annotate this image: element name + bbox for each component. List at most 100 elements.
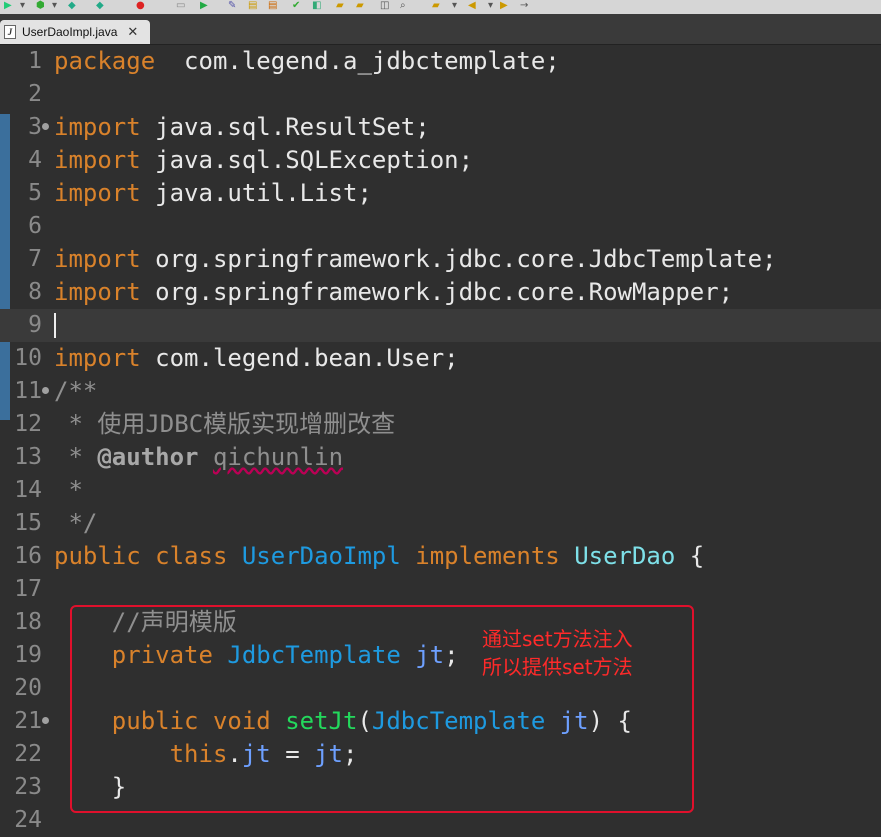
line-number: 4 xyxy=(28,147,42,173)
toolbar-icon[interactable]: ◫ xyxy=(380,1,389,11)
code-text: package com.legend.a_jdbctemplate; xyxy=(54,45,560,78)
line-number: 19 xyxy=(14,642,42,668)
search-icon[interactable]: ⌕ xyxy=(400,1,406,11)
toolbar-icon[interactable]: ◧ xyxy=(312,1,321,11)
line-number: 3 xyxy=(28,114,42,140)
line-number: 24 xyxy=(14,807,42,833)
debug-icon[interactable]: ⬢ xyxy=(36,1,45,11)
toolbar-icon[interactable]: → xyxy=(520,1,528,11)
toolbar-icon[interactable]: ▾ xyxy=(452,1,457,11)
toolbar: ▶ ▾ ⬢ ▾ ◆ ◆ ● ▭ ▶ ✎ ▤ ▤ ✔ ◧ ▰ ▰ ◫ ⌕ ▰ ▾ … xyxy=(0,0,881,14)
editor-tab-bar: J UserDaoImpl.java ✕ xyxy=(0,14,881,45)
line-number: 22 xyxy=(14,741,42,767)
line-number: 15 xyxy=(14,510,42,536)
code-line[interactable]: 5 import java.util.List; xyxy=(0,177,881,210)
fold-marker-icon[interactable] xyxy=(42,717,49,724)
code-line[interactable]: 14 * xyxy=(0,474,881,507)
line-number: 18 xyxy=(14,609,42,635)
code-token: /** xyxy=(54,377,98,405)
code-line[interactable]: 17 xyxy=(0,573,881,606)
tab-label: UserDaoImpl.java xyxy=(22,25,118,39)
line-number: 16 xyxy=(14,543,42,569)
code-text: import java.util.List; xyxy=(54,177,372,210)
code-line[interactable]: 12 * 使用JDBC模版实现增删改查 xyxy=(0,408,881,441)
line-number: 7 xyxy=(28,246,42,272)
code-line[interactable]: 4 import java.sql.SQLException; xyxy=(0,144,881,177)
toolbar-icon[interactable]: ▾ xyxy=(488,1,493,11)
back-icon[interactable]: ◀ xyxy=(468,1,476,11)
toolbar-icon[interactable]: ▤ xyxy=(268,1,277,11)
code-token: com.legend.a_jdbctemplate; xyxy=(155,47,560,75)
line-number: 11 xyxy=(14,378,42,404)
code-text: * @author qichunlin xyxy=(54,441,343,474)
text-caret xyxy=(54,313,56,338)
code-line[interactable]: 16 public class UserDaoImpl implements Us… xyxy=(0,540,881,573)
line-number: 12 xyxy=(14,411,42,437)
code-token: */ xyxy=(54,509,98,537)
fold-marker-icon[interactable] xyxy=(42,123,49,130)
line-number: 14 xyxy=(14,477,42,503)
forward-icon[interactable]: ▶ xyxy=(500,1,508,11)
folder-icon[interactable]: ▰ xyxy=(336,1,344,11)
folder-icon[interactable]: ▰ xyxy=(356,1,364,11)
toolbar-icon[interactable]: ▶ xyxy=(200,1,208,11)
line-number: 5 xyxy=(28,180,42,206)
code-line[interactable]: 15 */ xyxy=(0,507,881,540)
code-token: import xyxy=(54,245,141,273)
code-text: import com.legend.bean.User; xyxy=(54,342,459,375)
code-line[interactable]: 7 import org.springframework.jdbc.core.Jd… xyxy=(0,243,881,276)
annotation-line-2: 所以提供set方法 xyxy=(482,655,633,679)
toolbar-icon[interactable]: ◆ xyxy=(68,1,76,11)
code-token: import xyxy=(54,113,141,141)
code-line[interactable]: 2 xyxy=(0,78,881,111)
code-line[interactable]: 1 package com.legend.a_jdbctemplate; xyxy=(0,45,881,78)
code-line[interactable]: 10 import com.legend.bean.User; xyxy=(0,342,881,375)
code-token: import xyxy=(54,278,141,306)
code-token: import xyxy=(54,146,141,174)
code-token: qichunlin xyxy=(212,443,344,471)
toolbar-icon[interactable]: ▾ xyxy=(52,1,57,11)
line-number: 1 xyxy=(28,48,42,74)
code-token: { xyxy=(675,542,705,570)
code-line[interactable]: 6 xyxy=(0,210,881,243)
code-token: * xyxy=(54,476,83,504)
tab-userdaoimpl[interactable]: J UserDaoImpl.java ✕ xyxy=(0,20,150,44)
code-text: /** xyxy=(54,375,97,408)
code-token: package xyxy=(54,47,156,75)
toolbar-icon[interactable]: ◆ xyxy=(96,1,104,11)
line-number: 8 xyxy=(28,279,42,305)
annotation-line-1: 通过set方法注入 xyxy=(482,627,633,651)
code-editor[interactable]: 1 package com.legend.a_jdbctemplate; 2 3 imp… xyxy=(0,45,881,836)
code-line[interactable]: 9 xyxy=(0,309,881,342)
code-text: */ xyxy=(54,507,97,540)
stop-icon[interactable]: ● xyxy=(136,1,145,11)
code-token: java.sql.ResultSet; xyxy=(140,113,430,141)
line-number: 17 xyxy=(14,576,42,602)
code-token: implements xyxy=(400,542,575,570)
toolbar-icon[interactable]: ▰ xyxy=(432,1,440,11)
code-line[interactable]: 3 import java.sql.ResultSet; xyxy=(0,111,881,144)
code-token: com.legend.bean.User; xyxy=(140,344,459,372)
code-text: import java.sql.ResultSet; xyxy=(54,111,430,144)
code-line[interactable]: 8 import org.springframework.jdbc.core.Ro… xyxy=(0,276,881,309)
code-token: import xyxy=(54,344,141,372)
toolbar-icon[interactable]: ▭ xyxy=(176,1,185,11)
code-token: @author xyxy=(97,443,199,471)
toolbar-icon[interactable]: ✔ xyxy=(292,1,300,11)
close-icon[interactable]: ✕ xyxy=(127,24,138,40)
line-number: 2 xyxy=(28,81,42,107)
code-line[interactable]: 13 * @author qichunlin xyxy=(0,441,881,474)
run-icon[interactable]: ▶ xyxy=(4,1,12,11)
code-line[interactable]: 11 /** xyxy=(0,375,881,408)
fold-marker-icon[interactable] xyxy=(42,387,49,394)
toolbar-icon[interactable]: ✎ xyxy=(228,1,236,11)
line-number: 9 xyxy=(28,312,42,338)
code-token: org.springframework.jdbc.core.RowMapper; xyxy=(140,278,734,306)
code-token: java.sql.SQLException; xyxy=(140,146,474,174)
code-token: java.util.List; xyxy=(140,179,372,207)
toolbar-icon[interactable]: ▤ xyxy=(248,1,257,11)
code-text: import org.springframework.jdbc.core.Jdb… xyxy=(54,243,776,276)
line-number: 6 xyxy=(28,213,42,239)
toolbar-icon[interactable]: ▾ xyxy=(20,1,25,11)
code-text: * 使用JDBC模版实现增删改查 xyxy=(54,408,395,441)
